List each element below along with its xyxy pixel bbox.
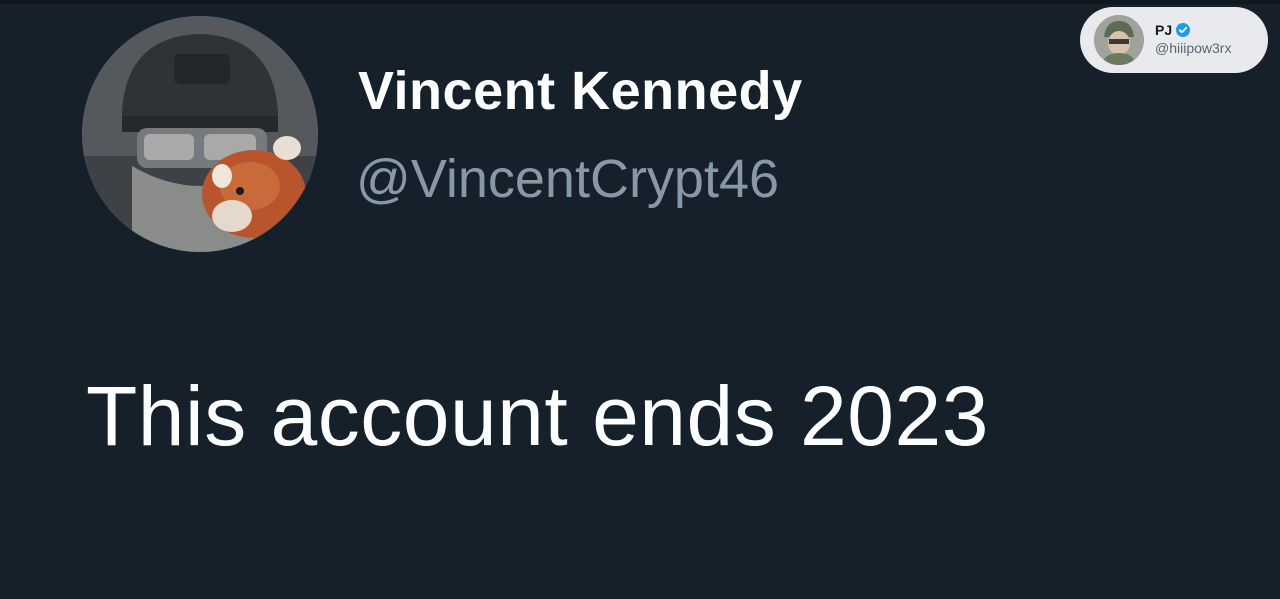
- tweet-card: Vincent Kennedy @VincentCrypt46 This acc…: [0, 0, 1280, 599]
- watermark-avatar-image: [1094, 15, 1144, 65]
- verified-badge-icon: [1176, 23, 1191, 37]
- tweet-text: This account ends 2023: [86, 369, 989, 463]
- user-handle[interactable]: @VincentCrypt46: [356, 148, 779, 210]
- display-name[interactable]: Vincent Kennedy: [358, 60, 803, 122]
- avatar-image: [82, 16, 318, 252]
- watermark-name: PJ: [1155, 22, 1173, 38]
- watermark-badge: PJ @hiiipow3rx: [1080, 7, 1268, 73]
- watermark-avatar: [1094, 15, 1144, 65]
- watermark-name-row: PJ: [1155, 21, 1191, 39]
- avatar[interactable]: [82, 16, 318, 252]
- watermark-handle: @hiiipow3rx: [1155, 40, 1232, 56]
